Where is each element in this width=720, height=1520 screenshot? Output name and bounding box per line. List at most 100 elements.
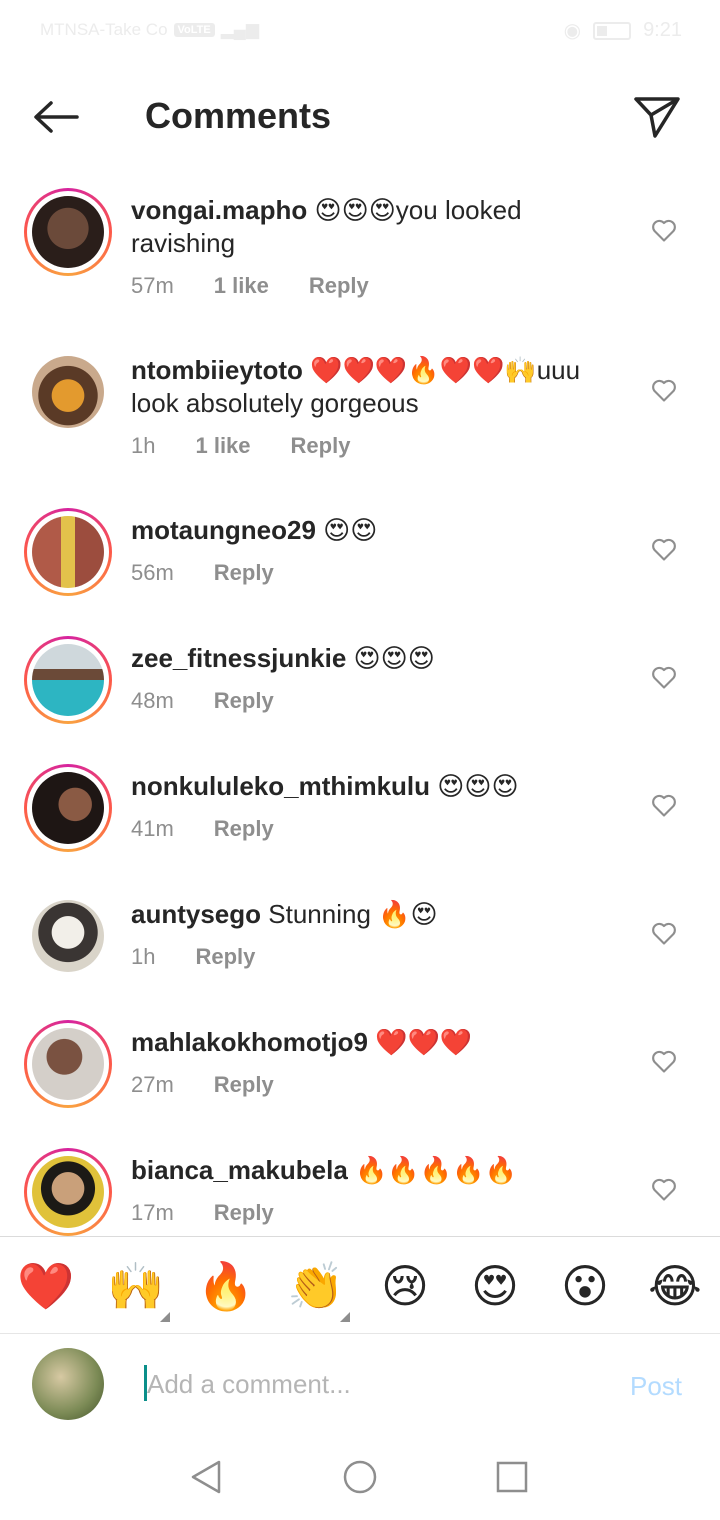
arrow-left-icon xyxy=(34,101,79,133)
comment-meta: 41m Reply xyxy=(131,816,274,842)
nav-recents-button[interactable] xyxy=(492,1457,532,1497)
emoji-tears-of-joy[interactable]: 😂 xyxy=(647,1259,703,1313)
avatar-story-ring[interactable] xyxy=(24,764,112,852)
reply-button[interactable]: Reply xyxy=(291,433,351,459)
comment-meta: 48m Reply xyxy=(131,688,274,714)
status-icons: ◉ 9:21 xyxy=(564,18,682,43)
heart-icon[interactable] xyxy=(650,535,678,563)
heart-icon[interactable] xyxy=(650,1175,678,1203)
avatar-story-ring[interactable] xyxy=(24,636,112,724)
avatar[interactable] xyxy=(32,900,104,972)
circle-home-icon xyxy=(343,1460,377,1494)
emoji-raised-hands[interactable]: 🙌 xyxy=(107,1259,164,1313)
skin-tone-indicator xyxy=(340,1312,350,1322)
comment-time: 48m xyxy=(131,688,174,713)
comment-meta: 1h 1 like Reply xyxy=(131,433,350,459)
eye-icon: ◉ xyxy=(563,20,582,42)
skin-tone-indicator xyxy=(160,1312,170,1322)
comment-body: 😍😍😍 xyxy=(353,643,435,673)
heart-icon[interactable] xyxy=(650,1047,678,1075)
status-bar: MTNSA-Take Co VoLTE ▂▄▆ ◉ 9:21 xyxy=(0,0,720,62)
reply-button[interactable]: Reply xyxy=(309,273,369,299)
comment-text: vongai.mapho 😍😍😍you looked ravishing xyxy=(131,194,621,260)
post-button[interactable]: Post xyxy=(630,1371,682,1402)
comment-composer: Add a comment... Post xyxy=(0,1335,720,1437)
comment-time: 57m xyxy=(131,273,174,298)
comment-body: 😍😍😍 xyxy=(437,771,519,801)
comment-text: bianca_makubela 🔥🔥🔥🔥🔥 xyxy=(131,1154,621,1187)
nav-home-button[interactable] xyxy=(340,1457,380,1497)
comment-meta: 17m Reply xyxy=(131,1200,274,1226)
comment-body: ❤️❤️❤️ xyxy=(375,1027,473,1057)
back-button[interactable] xyxy=(30,92,80,142)
comment-text: nonkululeko_mthimkulu 😍😍😍 xyxy=(131,770,621,803)
emoji-crying-face[interactable]: 😢 xyxy=(377,1259,433,1313)
comment-body: Stunning 🔥😍 xyxy=(268,899,438,929)
comment-text: auntysego Stunning 🔥😍 xyxy=(131,898,621,931)
reply-button[interactable]: Reply xyxy=(214,560,274,586)
avatar xyxy=(32,1028,104,1100)
nav-back-button[interactable] xyxy=(186,1457,226,1497)
comment-username[interactable]: bianca_makubela xyxy=(131,1155,348,1185)
comment-meta: 1h Reply xyxy=(131,944,255,970)
clock: 9:21 xyxy=(643,19,682,41)
reply-button[interactable]: Reply xyxy=(195,944,255,970)
comment-username[interactable]: ntombiieytoto xyxy=(131,355,303,385)
battery-icon xyxy=(593,21,632,40)
avatar-story-ring[interactable] xyxy=(24,1020,112,1108)
heart-icon[interactable] xyxy=(650,376,678,404)
comments-list: vongai.mapho 😍😍😍you looked ravishing 57m… xyxy=(0,180,720,1236)
page-title: Comments xyxy=(145,95,332,136)
avatar xyxy=(32,1156,104,1228)
emoji-clapping-hands[interactable]: 👏 xyxy=(287,1259,344,1313)
avatar-story-ring[interactable] xyxy=(24,188,112,276)
header: Comments xyxy=(0,62,720,172)
quick-emoji-bar: ❤️ 🙌 🔥 👏 😢 😍 😮 😂 xyxy=(0,1236,720,1334)
comment-likes[interactable]: 1 like xyxy=(195,433,250,459)
emoji-heart[interactable]: ❤️ xyxy=(17,1259,74,1313)
avatar-story-ring[interactable] xyxy=(24,508,112,596)
comment-username[interactable]: nonkululeko_mthimkulu xyxy=(131,771,430,801)
comment-body: 🔥🔥🔥🔥🔥 xyxy=(355,1155,517,1185)
carrier-info: MTNSA-Take Co VoLTE ▂▄▆ xyxy=(40,20,259,40)
comment-time: 41m xyxy=(131,816,174,841)
share-button[interactable] xyxy=(630,92,684,142)
comment-likes[interactable]: 1 like xyxy=(214,273,269,299)
comment-time: 17m xyxy=(131,1200,174,1225)
comment-username[interactable]: auntysego xyxy=(131,899,261,929)
avatar xyxy=(32,644,104,716)
system-nav-bar xyxy=(0,1437,720,1520)
heart-icon[interactable] xyxy=(650,791,678,819)
comment-meta: 27m Reply xyxy=(131,1072,274,1098)
comment-text: mahlakokhomotjo9 ❤️❤️❤️ xyxy=(131,1026,621,1059)
reply-button[interactable]: Reply xyxy=(214,1072,274,1098)
comment-input[interactable]: Add a comment... xyxy=(147,1369,351,1400)
comment-time: 56m xyxy=(131,560,174,585)
comment-username[interactable]: vongai.mapho xyxy=(131,195,307,225)
comment-text: zee_fitnessjunkie 😍😍😍 xyxy=(131,642,621,675)
emoji-surprised-face[interactable]: 😮 xyxy=(557,1259,613,1313)
comment-username[interactable]: mahlakokhomotjo9 xyxy=(131,1027,368,1057)
heart-icon[interactable] xyxy=(650,919,678,947)
triangle-back-icon xyxy=(191,1460,221,1494)
comment-time: 1h xyxy=(131,433,156,458)
paper-plane-icon xyxy=(634,97,680,138)
carrier-name: MTNSA-Take Co xyxy=(40,20,168,39)
signal-icon: ▂▄▆ xyxy=(220,20,259,39)
avatar xyxy=(32,772,104,844)
avatar[interactable] xyxy=(32,356,104,428)
emoji-fire[interactable]: 🔥 xyxy=(197,1259,254,1313)
heart-icon[interactable] xyxy=(650,216,678,244)
comment-text: motaungneo29 😍😍 xyxy=(131,514,621,547)
reply-button[interactable]: Reply xyxy=(214,1200,274,1226)
comment-time: 1h xyxy=(131,944,156,969)
heart-icon[interactable] xyxy=(650,663,678,691)
emoji-heart-eyes[interactable]: 😍 xyxy=(467,1259,523,1313)
avatar xyxy=(32,196,104,268)
comment-username[interactable]: zee_fitnessjunkie xyxy=(131,643,346,673)
reply-button[interactable]: Reply xyxy=(214,688,274,714)
avatar-story-ring[interactable] xyxy=(24,1148,112,1236)
comment-username[interactable]: motaungneo29 xyxy=(131,515,316,545)
comment-time: 27m xyxy=(131,1072,174,1097)
reply-button[interactable]: Reply xyxy=(214,816,274,842)
